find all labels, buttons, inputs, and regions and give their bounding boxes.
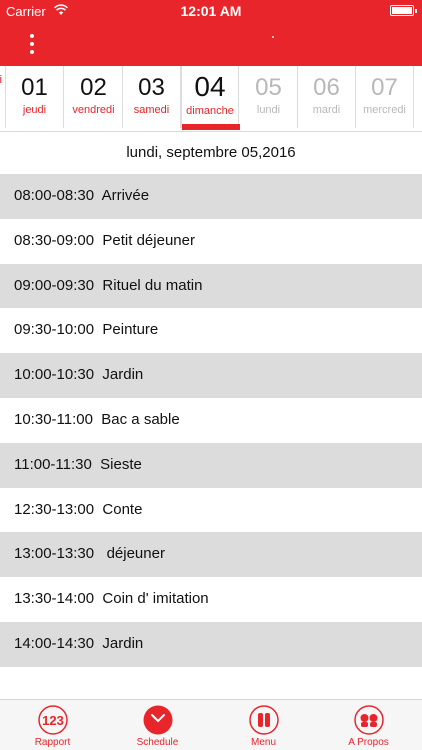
- schedule-row[interactable]: 13:00-13:30 déjeuner: [0, 532, 422, 578]
- day-cell-05[interactable]: 05 lundi: [240, 66, 298, 128]
- schedule-list: 08:00-08:30 Arrivée 08:30-09:00 Petit dé…: [0, 174, 422, 667]
- nav-bar: [0, 22, 422, 66]
- nav-title-dot: [272, 36, 274, 38]
- day-number: 02: [80, 74, 107, 101]
- tab-label: Rapport: [34, 737, 71, 748]
- clock-icon: [143, 705, 173, 735]
- schedule-row[interactable]: 08:00-08:30 Arrivée: [0, 174, 422, 219]
- day-name: mardi: [312, 104, 341, 116]
- day-cell-04-selected[interactable]: 04 dimanche: [181, 66, 239, 128]
- day-number: 03: [138, 74, 165, 101]
- tab-label: Menu: [250, 737, 276, 748]
- day-number: 06: [313, 74, 340, 101]
- numbers-123-icon: 123: [38, 705, 68, 735]
- schedule-row[interactable]: 11:00-11:30 Sieste: [0, 442, 422, 488]
- tab-label: Schedule: [136, 737, 179, 748]
- date-header: lundi, septembre 05,2016: [126, 144, 296, 161]
- day-name: dimanche: [186, 105, 234, 117]
- schedule-row[interactable]: 12:30-13:00 Conte: [0, 488, 422, 533]
- tab-menu[interactable]: Menu: [211, 700, 316, 750]
- day-strip[interactable]: i 01 jeudi 02 vendredi 03 samedi 04 dima…: [0, 66, 422, 132]
- schedule-row[interactable]: 14:00-14:30 Jardin: [0, 621, 422, 667]
- status-bar: Carrier 12:01 AM: [0, 0, 422, 22]
- day-cell-03[interactable]: 03 samedi: [123, 66, 181, 128]
- schedule-row[interactable]: 10:00-10:30 Jardin: [0, 353, 422, 398]
- tab-bar: 123 Rapport Schedule Menu A Propos: [0, 699, 422, 750]
- battery-icon: [390, 5, 417, 16]
- tab-a-propos[interactable]: A Propos: [316, 700, 421, 750]
- schedule-row[interactable]: 08:30-09:00 Petit déjeuner: [0, 219, 422, 264]
- schedule-row[interactable]: 09:30-10:00 Peinture: [0, 308, 422, 353]
- schedule-row[interactable]: 09:00-09:30 Rituel du matin: [0, 263, 422, 309]
- status-time: 12:01 AM: [180, 3, 242, 19]
- schedule-row[interactable]: 10:30-11:00 Bac a sable: [0, 398, 422, 443]
- day-cell-02[interactable]: 02 vendredi: [65, 66, 123, 128]
- day-cell-06[interactable]: 06 mardi: [298, 66, 356, 128]
- day-name: i: [0, 74, 2, 86]
- day-number: 07: [371, 74, 398, 101]
- day-number: 04: [194, 71, 226, 102]
- day-name: vendredi: [72, 104, 115, 116]
- svg-text:123: 123: [42, 713, 64, 728]
- fork-knife-icon: [249, 705, 279, 735]
- day-name: lundi: [256, 104, 281, 116]
- more-options-icon[interactable]: [26, 34, 38, 54]
- day-cell-01[interactable]: 01 jeudi: [6, 66, 64, 128]
- selected-day-indicator: [182, 124, 240, 130]
- tab-schedule[interactable]: Schedule: [105, 700, 210, 750]
- schedule-row[interactable]: 13:30-14:00 Coin d' imitation: [0, 577, 422, 622]
- day-cell-07[interactable]: 07 mercredi: [356, 66, 414, 128]
- tab-rapport[interactable]: 123 Rapport: [0, 700, 105, 750]
- day-name: mercredi: [363, 104, 406, 116]
- day-name: samedi: [133, 104, 170, 116]
- people-icon: [354, 705, 384, 735]
- day-name: jeudi: [22, 104, 47, 116]
- day-number: 05: [255, 74, 282, 101]
- day-number: 01: [21, 74, 48, 101]
- tab-label: A Propos: [348, 737, 389, 748]
